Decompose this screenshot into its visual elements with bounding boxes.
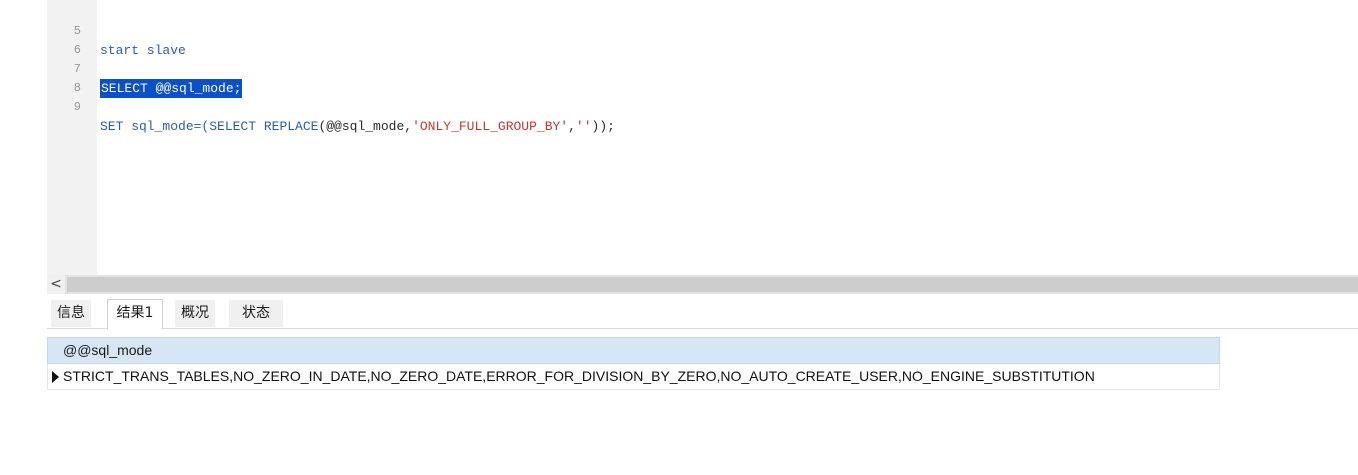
- code-keyword: SELECT: [209, 119, 257, 134]
- code-text: SET sql_mode=(SELECT REPLACE(@@sql_mode,…: [100, 117, 615, 136]
- table-cell[interactable]: STRICT_TRANS_TABLES,NO_ZERO_IN_DATE,NO_Z…: [63, 364, 1095, 389]
- code-function: REPLACE: [263, 119, 319, 134]
- tab-info[interactable]: 信息: [51, 300, 91, 327]
- code-string: '': [575, 119, 592, 134]
- tab-status[interactable]: 状态: [229, 300, 283, 327]
- current-row-marker-icon: [52, 371, 59, 383]
- code-string: 'ONLY_FULL_GROUP_BY': [412, 119, 569, 134]
- code-lines: 5 start slave 6 7 SELECT @@sql_mode; 8 9…: [47, 0, 1358, 134]
- tab-overview[interactable]: 概况: [175, 300, 215, 327]
- left-panel: [0, 0, 47, 475]
- code-token: ,: [568, 119, 576, 134]
- code-line[interactable]: 8: [47, 60, 1358, 95]
- table-row[interactable]: STRICT_TRANS_TABLES,NO_ZERO_IN_DATE,NO_Z…: [47, 364, 1220, 390]
- code-line[interactable]: 9 SET sql_mode=(SELECT REPLACE(@@sql_mod…: [47, 79, 1358, 134]
- code-token: SET sql_mode=(: [100, 119, 210, 134]
- code-token: (@@sql_mode,: [318, 119, 413, 134]
- code-line[interactable]: 5 start slave: [47, 3, 1358, 58]
- code-line[interactable]: 7 SELECT @@sql_mode;: [47, 41, 1358, 98]
- result-grid: @@sql_mode STRICT_TRANS_TABLES,NO_ZERO_I…: [47, 337, 1220, 390]
- result-tabs: 信息 结果1 概况 状态: [47, 298, 1358, 330]
- scroll-left-arrow-icon[interactable]: <: [47, 275, 65, 294]
- tab-result1[interactable]: 结果1: [107, 299, 163, 330]
- scrollbar-thumb[interactable]: [67, 277, 1358, 292]
- sql-editor[interactable]: 5 start slave 6 7 SELECT @@sql_mode; 8 9…: [47, 0, 1358, 275]
- code-token: ));: [591, 119, 615, 134]
- code-line[interactable]: 6: [47, 22, 1358, 57]
- horizontal-scrollbar[interactable]: <: [47, 275, 1358, 294]
- line-number: 9: [73, 100, 81, 114]
- column-header-sql-mode[interactable]: @@sql_mode: [47, 337, 1220, 364]
- app-window: 5 start slave 6 7 SELECT @@sql_mode; 8 9…: [0, 0, 1358, 475]
